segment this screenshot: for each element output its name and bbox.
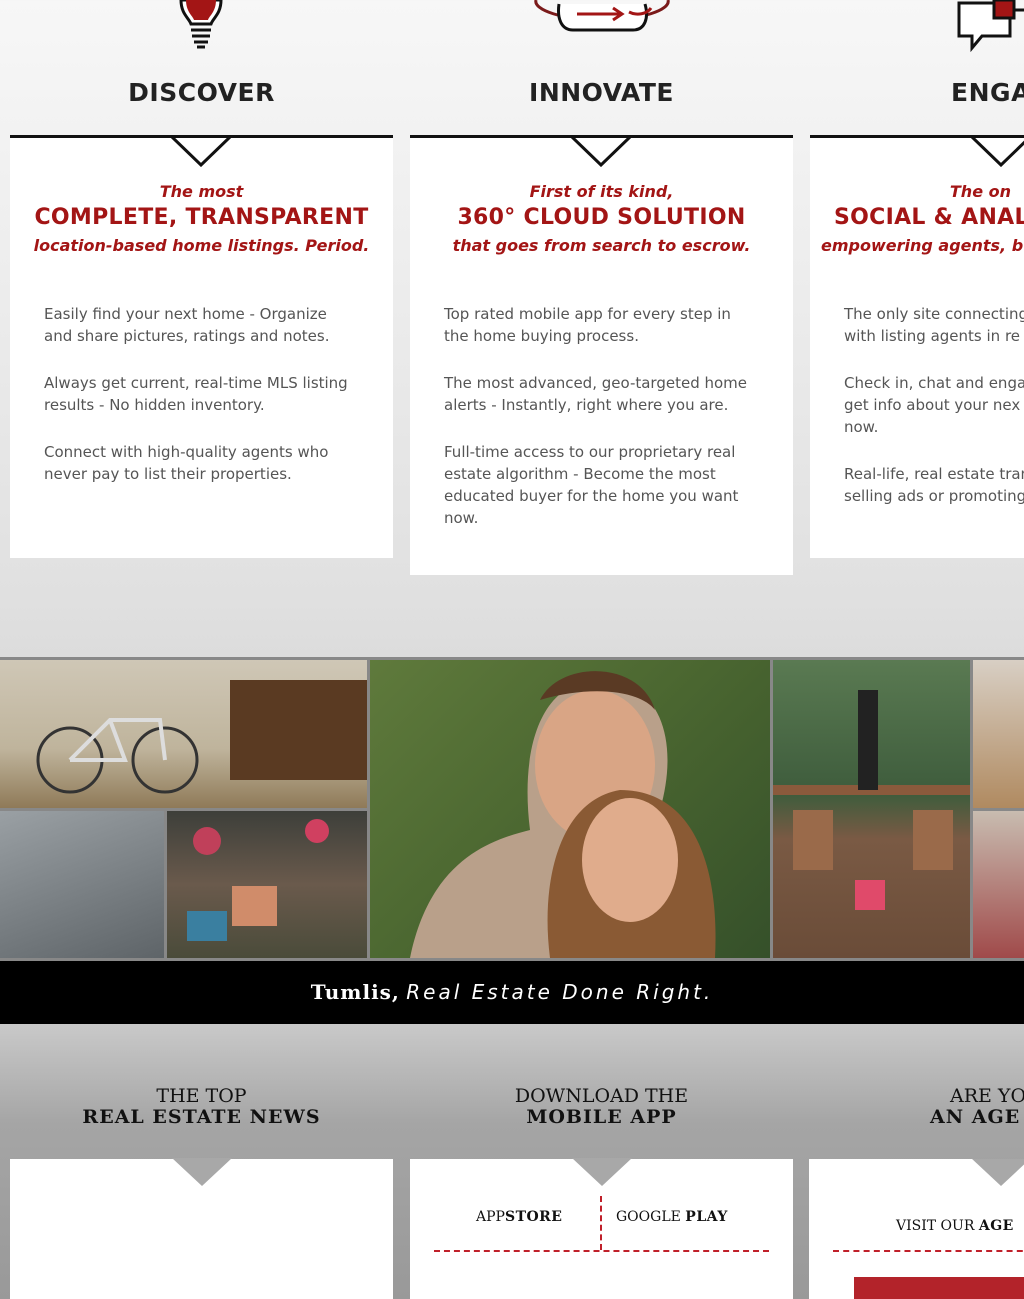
link-text-bold: STORE [504,1209,563,1225]
link-text-bold: PLAY [685,1209,728,1225]
notch-pointer [572,1158,632,1186]
heading-line: MOBILE APP [526,1106,677,1128]
divider [833,1250,1024,1252]
app-card: APPSTORE GOOGLE PLAY [410,1158,793,1299]
photo-garden-patio [167,811,367,958]
photo-collage [0,657,1024,961]
tagline-bottom: location-based home listings. Period. [33,236,370,255]
tagline-top: The on [949,182,1011,201]
chat-bubble-icon [957,0,1024,52]
column-title-engage: ENGAG [951,78,1024,107]
cloud-orbit-icon [534,0,670,32]
column-title-innovate: INNOVATE [529,78,674,107]
google-play-link[interactable]: GOOGLE PLAY [616,1209,728,1225]
link-text: VISIT OUR [896,1218,979,1234]
feature-item: Top rated mobile app for every step in t… [444,305,731,345]
feature-item: Connect with high-quality agents who nev… [44,443,329,483]
photo-townhouses [0,811,164,958]
app-heading: DOWNLOAD THE MOBILE APP [410,1086,793,1128]
tagline-bottom: that goes from search to escrow. [452,236,751,255]
feature-item: Easily find your next home - Organize an… [44,305,330,345]
notch-pointer [571,135,631,167]
photo-happy-couple [370,660,770,958]
news-heading: THE TOP REAL ESTATE NEWS [10,1086,393,1128]
appstore-link[interactable]: APPSTORE [476,1209,562,1225]
visit-agent-link[interactable]: VISIT OUR AGE [896,1218,1014,1234]
lightbulb-icon [179,0,223,49]
feature-item: Always get current, real-time MLS listin… [44,374,348,414]
feature-item: Real-life, real estate tran selling ads … [844,465,1024,505]
feature-item: Check in, chat and enga get info about y… [844,374,1024,436]
heading-line: THE TOP [156,1085,247,1107]
photo-bicycle-room [0,660,367,808]
heading-line: REAL ESTATE NEWS [82,1106,321,1128]
notch-pointer [971,138,1024,167]
feature-item: The only site connecting with listing ag… [844,305,1024,345]
notch-pointer [172,1158,232,1186]
tagline-top: The most [159,182,244,201]
feature-list: Top rated mobile app for every step in t… [410,303,793,529]
news-card [10,1158,393,1299]
brand-slogan: Real Estate Done Right. [406,980,714,1004]
heading-line: ARE YO [950,1086,1024,1107]
photo-moving-boxes [973,660,1024,808]
link-text-bold: AGE [978,1218,1014,1234]
heading-line: AN AGE [930,1106,1021,1128]
engage-card: The on SOCIAL & ANALY empowering agents,… [810,135,1024,558]
link-text: APP [476,1209,505,1225]
notch-pointer [171,135,231,167]
tagline-headline: SOCIAL & ANALY [834,205,1024,230]
agent-heading: ARE YO AN AGE [810,1086,1024,1128]
heading-line: DOWNLOAD THE [514,1085,689,1107]
tagline-bottom: empowering agents, b [821,236,1024,255]
divider [434,1250,769,1252]
photo-yoga-deck [773,660,970,958]
feature-list: The only site connecting with listing ag… [810,303,1024,507]
agent-signup-button[interactable] [854,1277,1024,1299]
column-title-discover: DISCOVER [128,78,275,107]
tagline-bar: Tumlis, Real Estate Done Right. [0,961,1024,1024]
tagline-headline: 360° CLOUD SOLUTION [457,205,746,230]
agent-card: VISIT OUR AGE [809,1159,1024,1299]
brand-name: Tumlis, [310,980,400,1004]
divider [600,1196,602,1250]
notch-pointer [972,1159,1024,1186]
link-text: GOOGLE [616,1209,686,1225]
feature-item: The most advanced, geo-targeted home ale… [444,374,748,414]
tagline-headline: COMPLETE, TRANSPARENT [34,205,369,230]
tagline-top: First of its kind, [529,182,674,201]
photo-chair [973,811,1024,958]
bottom-section: THE TOP REAL ESTATE NEWS DOWNLOAD THE MO… [0,1024,1024,1299]
feature-item: Full-time access to our proprietary real… [444,443,739,527]
feature-list: Easily find your next home - Organize an… [10,303,393,485]
discover-card: The most COMPLETE, TRANSPARENT location-… [10,135,393,558]
innovate-card: First of its kind, 360° CLOUD SOLUTION t… [410,135,793,575]
